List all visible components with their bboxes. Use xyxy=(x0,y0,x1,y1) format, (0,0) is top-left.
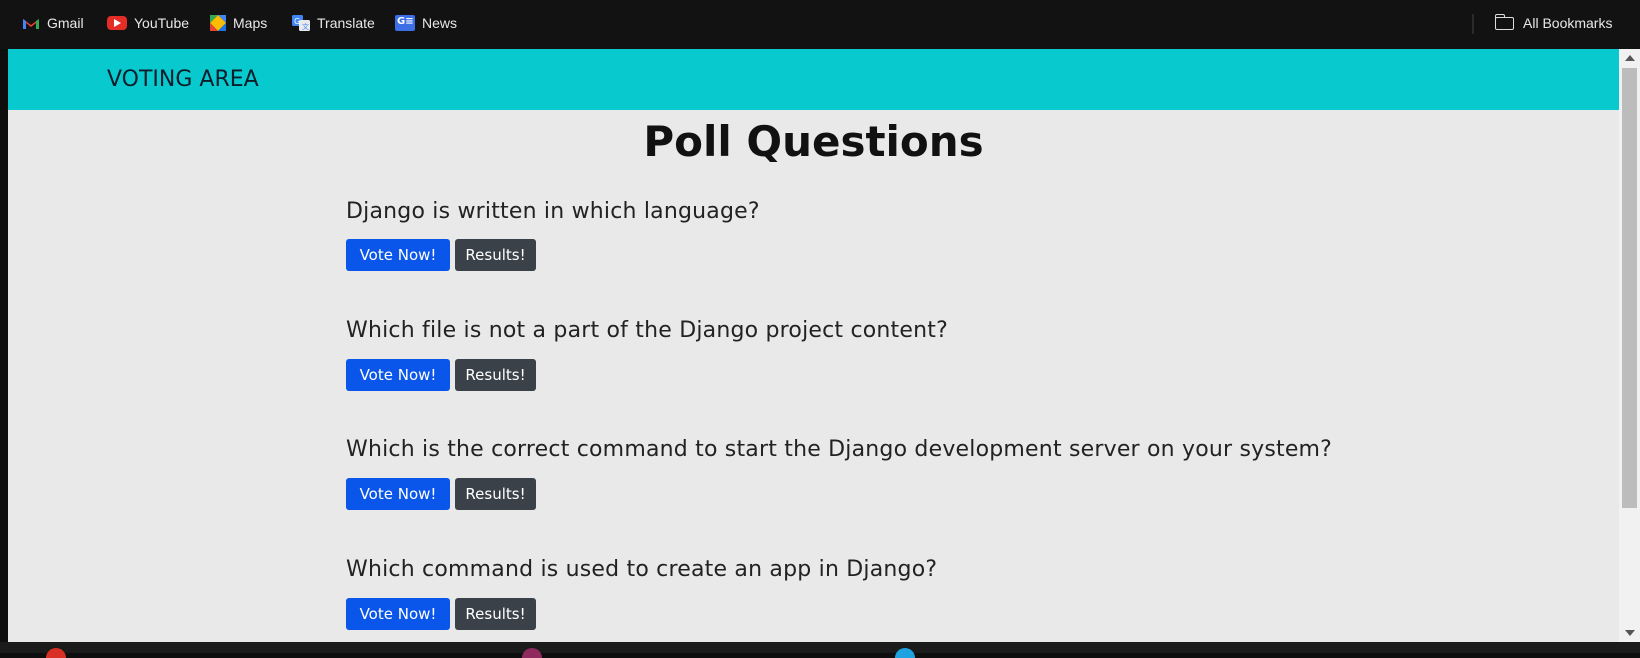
youtube-icon xyxy=(107,16,127,30)
scroll-up-arrow-icon[interactable] xyxy=(1625,55,1635,61)
page-scrollbar[interactable] xyxy=(1619,49,1640,642)
bookmark-label: Maps xyxy=(233,15,268,31)
all-bookmarks-button[interactable]: All Bookmarks xyxy=(1494,13,1613,31)
svg-text:G: G xyxy=(294,17,300,26)
folder-icon xyxy=(1494,13,1514,30)
bookmark-label: YouTube xyxy=(134,15,190,31)
bookmark-translate[interactable]: G 文 Translate xyxy=(292,15,375,31)
poll-question: Which file is not a part of the Django p… xyxy=(346,318,948,343)
all-bookmarks-label: All Bookmarks xyxy=(1523,15,1613,31)
bookmark-label: News xyxy=(422,15,458,31)
bookmarks-divider xyxy=(1472,14,1474,34)
results-button[interactable]: Results! xyxy=(455,359,536,391)
maps-icon xyxy=(210,15,226,31)
vote-now-button[interactable]: Vote Now! xyxy=(346,598,450,630)
scrollbar-thumb[interactable] xyxy=(1622,68,1637,508)
poll-question: Which is the correct command to start th… xyxy=(346,437,1333,462)
poll-question: Django is written in which language? xyxy=(346,199,760,224)
scroll-down-arrow-icon[interactable] xyxy=(1625,630,1635,636)
translate-icon: G 文 xyxy=(292,15,310,31)
bookmark-youtube[interactable]: YouTube xyxy=(107,15,189,31)
results-button[interactable]: Results! xyxy=(455,478,536,510)
news-icon xyxy=(395,15,415,31)
gmail-icon xyxy=(22,17,40,30)
taskbar xyxy=(0,642,1640,658)
bookmark-label: Translate xyxy=(317,15,375,31)
svg-text:文: 文 xyxy=(302,22,309,31)
taskbar-app-icon[interactable] xyxy=(46,648,66,658)
vote-now-button[interactable]: Vote Now! xyxy=(346,478,450,510)
page-viewport: VOTING AREA Poll Questions Django is wri… xyxy=(8,49,1619,642)
vote-now-button[interactable]: Vote Now! xyxy=(346,359,450,391)
navbar-brand[interactable]: VOTING AREA xyxy=(107,67,259,92)
navbar: VOTING AREA xyxy=(8,49,1619,110)
page-title: Poll Questions xyxy=(643,117,984,166)
bookmark-gmail[interactable]: Gmail xyxy=(22,15,84,31)
poll-question: Which command is used to create an app i… xyxy=(346,557,938,582)
vote-now-button[interactable]: Vote Now! xyxy=(346,239,450,271)
bookmark-maps[interactable]: Maps xyxy=(210,15,267,31)
taskbar-app-icon[interactable] xyxy=(895,648,915,658)
taskbar-app-icon[interactable] xyxy=(522,648,542,658)
bookmark-news[interactable]: News xyxy=(395,15,457,31)
results-button[interactable]: Results! xyxy=(455,598,536,630)
bookmark-label: Gmail xyxy=(47,15,84,31)
bookmarks-bar: Gmail YouTube Maps G 文 Translate G≡ News… xyxy=(0,0,1640,49)
results-button[interactable]: Results! xyxy=(455,239,536,271)
